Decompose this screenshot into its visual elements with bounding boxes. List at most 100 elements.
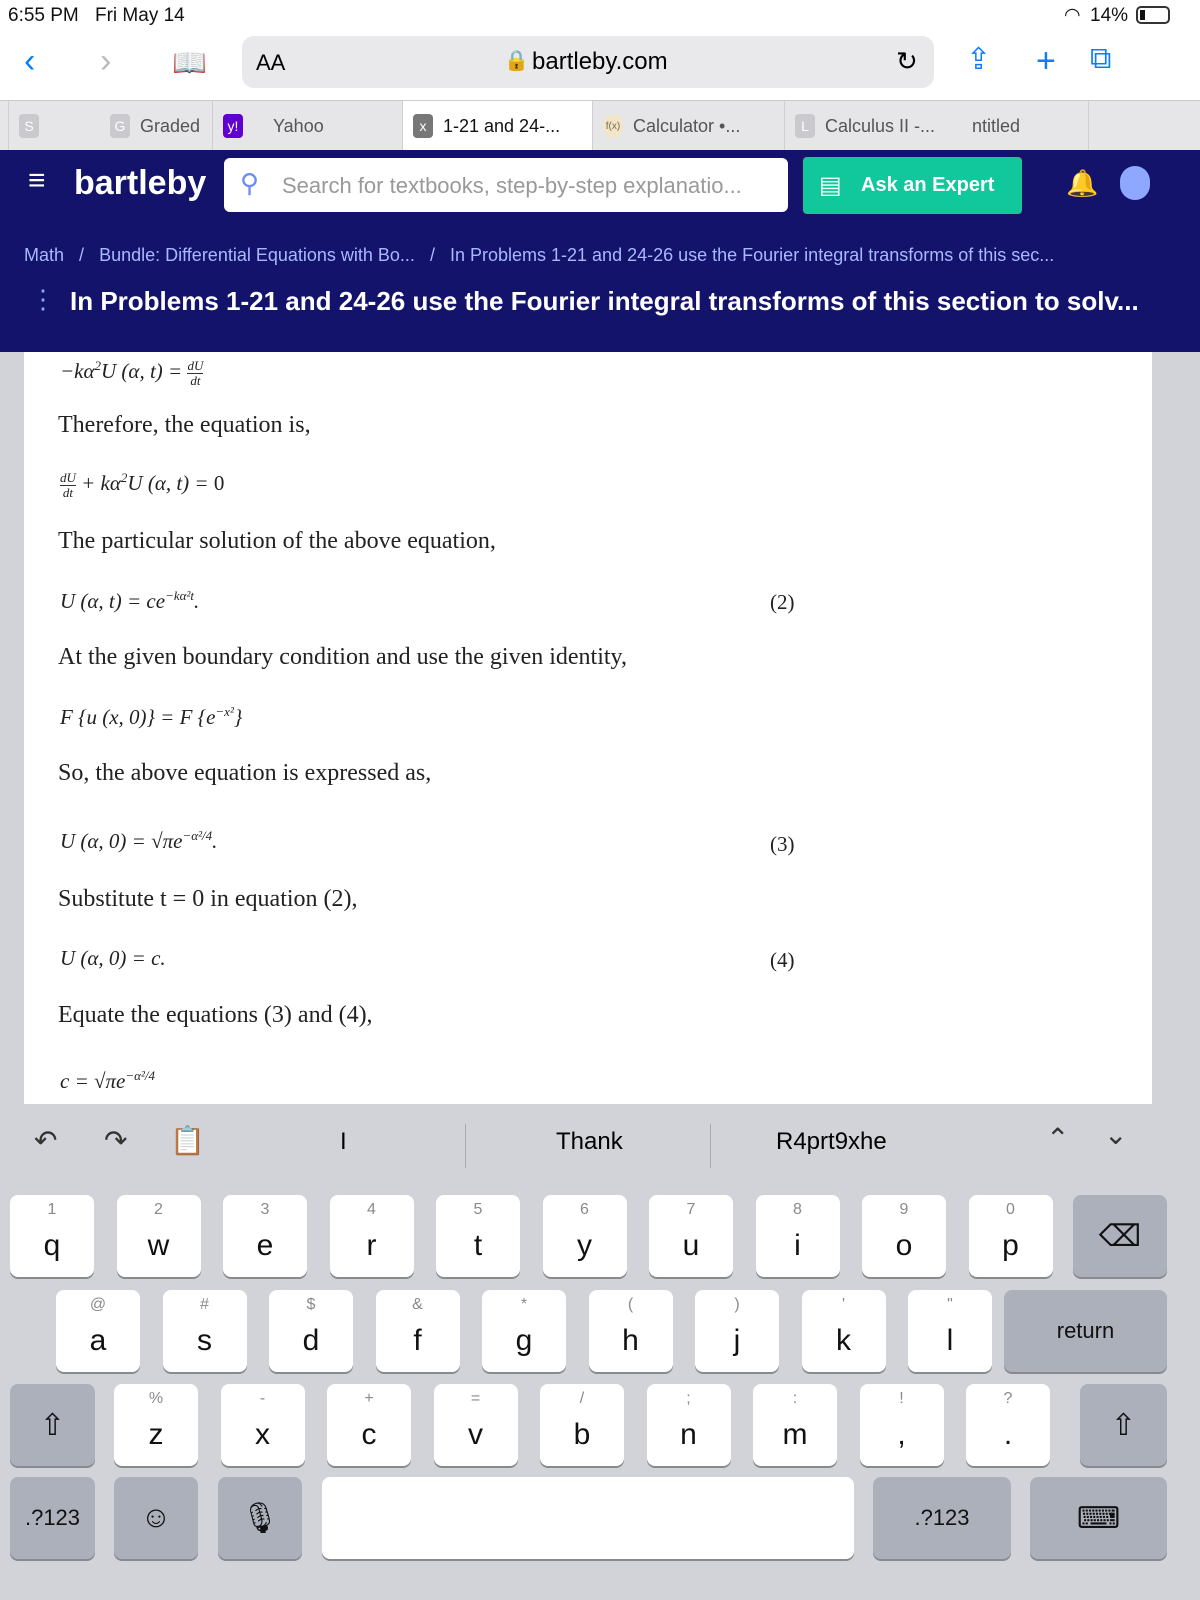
numbers-key[interactable]: .?123	[10, 1477, 95, 1559]
key-p[interactable]: 0p	[968, 1195, 1053, 1277]
tab-graded[interactable]: G Graded	[100, 101, 212, 151]
bookmarks-icon[interactable]: 📖	[172, 46, 207, 79]
key-alt-label: =	[470, 1390, 481, 1407]
new-tab-icon[interactable]: +	[1036, 42, 1056, 81]
user-avatar-icon[interactable]	[1120, 166, 1150, 200]
key-label: x	[255, 1418, 270, 1451]
shift-key[interactable]: ⇧	[10, 1384, 95, 1466]
reload-icon[interactable]: ↻	[896, 46, 918, 77]
key-h[interactable]: (h	[588, 1290, 673, 1372]
key-i[interactable]: 8i	[755, 1195, 840, 1277]
key-t[interactable]: 5t	[436, 1195, 520, 1277]
emoji-key[interactable]: ☺	[114, 1477, 198, 1559]
key-alt-label: 5	[473, 1201, 483, 1218]
key-label: b	[573, 1418, 591, 1451]
key-j[interactable]: ) j	[695, 1290, 779, 1372]
delete-key[interactable]: ⌫	[1073, 1195, 1167, 1277]
key-l[interactable]: " l	[908, 1290, 992, 1372]
equation-number: (4)	[770, 948, 795, 972]
return-key[interactable]: return	[1004, 1290, 1167, 1372]
menu-icon[interactable]: ≡	[28, 164, 46, 198]
key-label: n	[680, 1418, 697, 1451]
key-label: .?123	[24, 1505, 81, 1530]
undo-icon[interactable]: ↶	[34, 1124, 57, 1157]
chevron-up-icon[interactable]: ⌃	[1046, 1122, 1069, 1155]
key-s[interactable]: # s	[162, 1290, 247, 1372]
key-k[interactable]: ' k	[801, 1290, 886, 1372]
key-label: s	[197, 1324, 212, 1357]
key-x[interactable]: -x	[220, 1384, 305, 1466]
suggestion-3[interactable]: R4prt9xhe	[776, 1128, 887, 1156]
key-o[interactable]: 9o	[862, 1195, 946, 1277]
tab-calculus[interactable]: L Calculus II -...	[784, 101, 960, 151]
key-label: ⇧	[39, 1408, 66, 1442]
tab-yahoo[interactable]: y! Yahoo	[212, 101, 402, 151]
notification-bell-icon[interactable]: 🔔	[1066, 168, 1098, 199]
suggestion-1[interactable]: I	[340, 1128, 347, 1156]
suggestion-2[interactable]: Thank	[556, 1128, 623, 1156]
key-alt-label: $	[306, 1296, 316, 1313]
key-b[interactable]: / b	[540, 1384, 624, 1466]
key-,[interactable]: !,	[859, 1384, 944, 1466]
space-key[interactable]	[322, 1477, 854, 1559]
key-label: g	[515, 1324, 533, 1357]
key-alt-label: :	[792, 1390, 798, 1407]
key-w[interactable]: 2w	[116, 1195, 201, 1277]
key-q[interactable]: 1q	[10, 1195, 94, 1277]
equation-line: dU dt + kα2U (α, t) = 0	[60, 469, 225, 500]
key-m[interactable]: :m	[753, 1384, 837, 1466]
search-input[interactable]: ⚲ Search for textbooks, step-by-step exp…	[224, 158, 788, 212]
key-alt-label: 1	[47, 1201, 57, 1218]
key-e[interactable]: 3e	[223, 1195, 307, 1277]
dictation-key[interactable]: 🎙	[218, 1477, 302, 1559]
key-u[interactable]: 7u	[649, 1195, 733, 1277]
key-alt-label: +	[364, 1390, 374, 1407]
key-d[interactable]: $ d	[269, 1290, 353, 1372]
tabs-icon[interactable]: ⧉	[1090, 42, 1111, 76]
key-r[interactable]: 4r	[329, 1195, 414, 1277]
ask-expert-button[interactable]: ▤ Ask an Expert	[803, 157, 1022, 214]
breadcrumb-problem[interactable]: In Problems 1-21 and 24-26 use the Fouri…	[450, 245, 1054, 265]
numbers-key-right[interactable]: .?123	[873, 1477, 1011, 1559]
tab-calculator[interactable]: f(x) Calculator •...	[592, 101, 784, 151]
key-alt-label: &	[412, 1296, 423, 1313]
share-icon[interactable]: ⇪	[966, 42, 991, 77]
key-y[interactable]: 6y	[542, 1195, 627, 1277]
key-v[interactable]: = v	[433, 1384, 518, 1466]
key-alt-label: @	[89, 1296, 107, 1313]
paste-icon[interactable]: 📋	[170, 1124, 205, 1157]
key-g[interactable]: * g	[482, 1290, 566, 1372]
key-c[interactable]: + c	[327, 1384, 411, 1466]
equation-number: (3)	[770, 832, 795, 856]
key-label: 🎙	[240, 1501, 280, 1535]
close-tab-icon[interactable]: x	[413, 114, 433, 138]
battery-level: 14%	[1090, 5, 1129, 26]
hide-keyboard-key[interactable]: ⌨	[1030, 1477, 1167, 1559]
tab-s[interactable]: S	[8, 101, 60, 151]
forward-icon[interactable]: ›	[100, 42, 111, 81]
key-z[interactable]: % z	[114, 1384, 198, 1466]
breadcrumb-math[interactable]: Math	[24, 245, 64, 265]
tab-empty[interactable]	[1088, 101, 1200, 151]
url-text: bartleby.com	[532, 48, 668, 75]
tab-untitled[interactable]: ntitled	[960, 101, 1088, 151]
equation-line: U (α, 0) = c.	[60, 946, 166, 970]
key-label: ⌫	[1098, 1219, 1142, 1253]
back-icon[interactable]: ‹	[24, 42, 35, 81]
key-alt-label: 7	[686, 1201, 696, 1218]
equation-line: F {u (x, 0)} = F {e−x²}	[60, 704, 243, 729]
shift-key-right[interactable]: ⇧	[1080, 1384, 1167, 1466]
tab-active[interactable]: x 1-21 and 24-...	[402, 101, 592, 151]
more-options-icon[interactable]: ⋮	[30, 284, 56, 315]
key-n[interactable]: ; n	[646, 1384, 731, 1466]
breadcrumb-bundle[interactable]: Bundle: Differential Equations with Bo..…	[99, 245, 415, 265]
redo-icon[interactable]: ↷	[104, 1124, 127, 1157]
key-.[interactable]: ?.	[966, 1384, 1050, 1466]
key-f[interactable]: & f	[375, 1290, 460, 1372]
text-size-button[interactable]: AA	[256, 50, 285, 76]
text-para: The particular solution of the above equ…	[58, 528, 496, 554]
chevron-down-icon[interactable]: ⌄	[1104, 1118, 1127, 1151]
bartleby-logo[interactable]: bartleby	[74, 164, 206, 203]
address-bar[interactable]: AA 🔒 bartleby.com ↻	[242, 36, 934, 88]
key-a[interactable]: @ a	[56, 1290, 140, 1372]
